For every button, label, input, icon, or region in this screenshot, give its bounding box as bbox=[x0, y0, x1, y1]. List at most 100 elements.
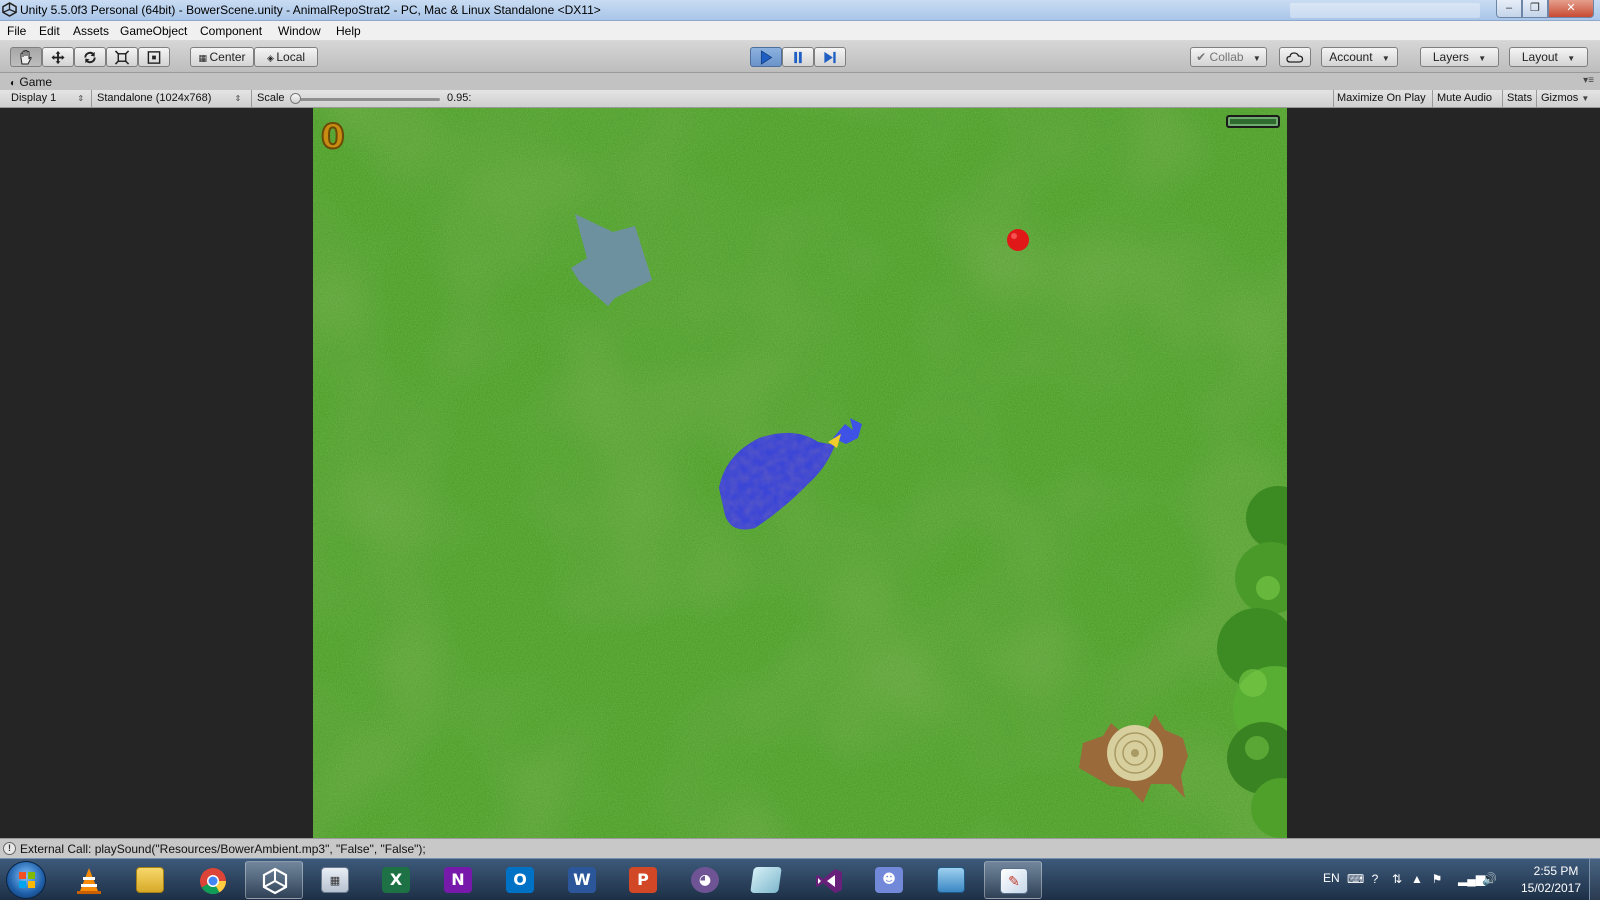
maximize-button[interactable]: ❐ bbox=[1522, 0, 1548, 18]
status-bar[interactable]: ! External Call: playSound("Resources/Bo… bbox=[0, 838, 1600, 858]
tab-game[interactable]: ◐ Game bbox=[10, 75, 52, 89]
menu-file[interactable]: File bbox=[7, 24, 26, 38]
windows-logo-icon bbox=[19, 872, 35, 888]
cloud-services-button[interactable] bbox=[1279, 47, 1311, 67]
game-controller-icon: ◐ bbox=[10, 78, 17, 89]
title-search-box[interactable] bbox=[1290, 3, 1480, 18]
taskbar-notepad[interactable] bbox=[737, 861, 795, 899]
maximize-on-play-toggle[interactable]: Maximize On Play bbox=[1337, 92, 1426, 104]
move-tool-button[interactable] bbox=[42, 47, 74, 67]
collab-dropdown[interactable]: ✔ Collab ▼ bbox=[1190, 47, 1267, 67]
stats-toggle[interactable]: Stats bbox=[1507, 92, 1532, 104]
outlook-icon: O bbox=[506, 867, 534, 893]
status-message: External Call: playSound("Resources/Bowe… bbox=[20, 842, 426, 856]
excel-icon: X bbox=[382, 867, 410, 893]
chevron-down-icon: ▼ bbox=[1567, 54, 1576, 63]
notepad-icon bbox=[750, 867, 782, 893]
taskbar-excel[interactable]: X bbox=[367, 861, 425, 899]
menu-bar: File Edit Assets GameObject Component Wi… bbox=[0, 21, 1600, 41]
cloud-icon bbox=[1286, 52, 1304, 63]
resolution-dropdown[interactable]: Standalone (1024x768) ⇕ bbox=[97, 92, 241, 104]
layers-dropdown[interactable]: Layers ▼ bbox=[1420, 47, 1499, 67]
photo-icon bbox=[937, 867, 965, 893]
taskbar-photo-viewer[interactable] bbox=[922, 861, 980, 899]
scale-tool-button[interactable] bbox=[106, 47, 138, 67]
game-view-toolbar: Display 1 ⇕ Standalone (1024x768) ⇕ Scal… bbox=[0, 90, 1600, 108]
tab-menu-icon[interactable]: ▾≡ bbox=[1583, 75, 1594, 86]
scale-slider-handle[interactable] bbox=[290, 93, 301, 104]
language-indicator[interactable]: EN bbox=[1323, 871, 1340, 885]
move-icon bbox=[51, 50, 65, 65]
pivot-toggle-button[interactable]: ▦ Center bbox=[190, 47, 254, 67]
game-viewport[interactable]: 0 bbox=[313, 108, 1287, 838]
calculator-icon: ▦ bbox=[321, 867, 349, 893]
powerpoint-icon: P bbox=[629, 867, 657, 893]
taskbar-file-explorer[interactable] bbox=[121, 861, 179, 899]
step-button[interactable] bbox=[814, 47, 846, 67]
check-icon: ✔ bbox=[1196, 50, 1207, 64]
show-hidden-icons-arrow[interactable]: ▲ bbox=[1410, 872, 1424, 886]
menu-component[interactable]: Component bbox=[200, 24, 262, 38]
separator bbox=[1536, 90, 1537, 108]
separator bbox=[1333, 90, 1334, 108]
menu-help[interactable]: Help bbox=[336, 24, 361, 38]
taskbar-github[interactable]: ◕ bbox=[676, 861, 734, 899]
minimize-button[interactable]: – bbox=[1496, 0, 1522, 18]
clock-time[interactable]: 2:55 PM bbox=[1521, 864, 1591, 878]
taskbar-calculator[interactable]: ▦ bbox=[306, 861, 364, 899]
account-label: Account bbox=[1329, 50, 1373, 64]
tab-game-label: Game bbox=[19, 75, 53, 89]
sync-icon[interactable]: ⇅ bbox=[1390, 872, 1404, 886]
network-signal-icon[interactable]: ▂▄▆ bbox=[1458, 872, 1485, 886]
rect-icon bbox=[147, 51, 161, 64]
play-icon bbox=[760, 50, 773, 65]
scale-icon bbox=[114, 50, 130, 65]
taskbar-outlook[interactable]: O bbox=[491, 861, 549, 899]
updown-arrow-icon: ⇕ bbox=[77, 94, 85, 103]
play-button[interactable] bbox=[750, 47, 782, 67]
visual-studio-icon bbox=[816, 869, 842, 893]
menu-edit[interactable]: Edit bbox=[39, 24, 60, 38]
taskbar-chrome[interactable] bbox=[183, 861, 241, 899]
help-icon[interactable]: ? bbox=[1368, 872, 1382, 886]
show-desktop-button[interactable] bbox=[1589, 859, 1600, 900]
space-toggle-button[interactable]: ◈ Local bbox=[254, 47, 318, 67]
start-button[interactable] bbox=[6, 861, 46, 899]
action-center-flag-icon[interactable]: ⚑ bbox=[1430, 872, 1444, 886]
taskbar-powerpoint[interactable]: P bbox=[614, 861, 672, 899]
separator bbox=[1502, 90, 1503, 108]
rotate-tool-button[interactable] bbox=[74, 47, 106, 67]
taskbar-word[interactable]: W bbox=[553, 861, 611, 899]
taskbar-vlc[interactable] bbox=[60, 861, 118, 899]
separator bbox=[1432, 90, 1433, 108]
clock-date[interactable]: 15/02/2017 bbox=[1510, 881, 1592, 895]
menu-assets[interactable]: Assets bbox=[73, 24, 109, 38]
chevron-down-icon: ▼ bbox=[1381, 54, 1390, 63]
close-button[interactable]: ✕ bbox=[1548, 0, 1594, 18]
gizmos-dropdown[interactable]: Gizmos ▼ bbox=[1541, 92, 1589, 104]
pause-button[interactable] bbox=[782, 47, 814, 67]
separator bbox=[251, 90, 252, 108]
taskbar-discord[interactable]: ☻ bbox=[860, 861, 918, 899]
windows-taskbar: ▦ X N O W P ◕ ☻ ✎ EN ⌨ ? ⇅ ▲ ⚑ ▂▄▆ 🔊 2:5… bbox=[0, 858, 1600, 900]
pause-icon bbox=[794, 51, 802, 64]
rect-tool-button[interactable] bbox=[138, 47, 170, 67]
menu-gameobject[interactable]: GameObject bbox=[120, 24, 187, 38]
account-dropdown[interactable]: Account ▼ bbox=[1321, 47, 1398, 67]
taskbar-unity[interactable] bbox=[245, 861, 303, 899]
scale-slider-track[interactable] bbox=[296, 98, 440, 101]
resolution-label: Standalone (1024x768) bbox=[97, 92, 212, 104]
volume-icon[interactable]: 🔊 bbox=[1482, 872, 1497, 886]
display-dropdown[interactable]: Display 1 ⇕ bbox=[11, 92, 84, 104]
mute-audio-toggle[interactable]: Mute Audio bbox=[1437, 92, 1492, 104]
hand-tool-button[interactable] bbox=[10, 47, 42, 67]
info-icon: ! bbox=[3, 842, 16, 855]
taskbar-visual-studio[interactable] bbox=[800, 861, 858, 899]
taskbar-paint[interactable]: ✎ bbox=[984, 861, 1042, 899]
keyboard-icon[interactable]: ⌨ bbox=[1347, 872, 1364, 886]
step-icon bbox=[824, 51, 836, 64]
layout-dropdown[interactable]: Layout ▼ bbox=[1509, 47, 1588, 67]
rotate-icon bbox=[84, 51, 96, 64]
menu-window[interactable]: Window bbox=[278, 24, 321, 38]
taskbar-onenote[interactable]: N bbox=[429, 861, 487, 899]
